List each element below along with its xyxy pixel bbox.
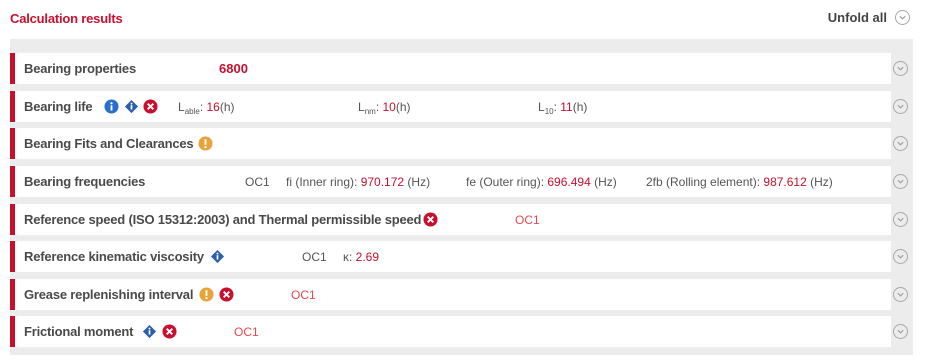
row-label: Bearing frequencies bbox=[24, 174, 146, 189]
row-bearing-frequencies[interactable]: Bearing frequencies OC1 fi (Inner ring):… bbox=[10, 166, 891, 197]
freq-inner-ring: fi (Inner ring): 970.172 (Hz) bbox=[286, 175, 431, 189]
life-value-l10: L10: 11(h) bbox=[538, 100, 588, 116]
row-label: Grease replenishing interval bbox=[24, 287, 194, 302]
unfold-all-button[interactable]: Unfold all bbox=[828, 10, 910, 25]
row-label: Bearing life bbox=[24, 99, 93, 114]
chevron-down-icon[interactable] bbox=[893, 174, 908, 189]
clearance-class: OC1 bbox=[302, 250, 327, 264]
diamond-info-icon[interactable] bbox=[124, 99, 139, 114]
results-header: Calculation results Unfold all bbox=[10, 10, 910, 30]
error-icon[interactable] bbox=[162, 324, 177, 339]
row-fits-clearances[interactable]: Bearing Fits and Clearances bbox=[10, 128, 891, 159]
chevron-down-icon[interactable] bbox=[893, 287, 908, 302]
chevron-down-icon[interactable] bbox=[893, 249, 908, 264]
row-label: Reference speed (ISO 15312:2003) and The… bbox=[24, 212, 422, 227]
life-value-lable: Lable: 16(h) bbox=[178, 100, 235, 116]
warning-icon[interactable] bbox=[198, 136, 213, 151]
row-bearing-life[interactable]: Bearing life Lable: 16(h) Lnm: 10(h) L10… bbox=[10, 91, 891, 122]
diamond-info-icon[interactable] bbox=[142, 324, 157, 339]
row-kinematic-viscosity[interactable]: Reference kinematic viscosity OC1 κ: 2.6… bbox=[10, 241, 891, 272]
row-label: Reference kinematic viscosity bbox=[24, 249, 204, 264]
chevron-down-icon[interactable] bbox=[893, 136, 908, 151]
clearance-class: OC1 bbox=[515, 213, 540, 227]
life-value-lnm: Lnm: 10(h) bbox=[358, 100, 411, 116]
row-grease-interval[interactable]: Grease replenishing interval OC1 bbox=[10, 279, 891, 310]
chevron-down-icon[interactable] bbox=[893, 99, 908, 114]
results-panel: Bearing properties 6800 Bearing life Lab… bbox=[10, 39, 913, 355]
chevron-down-icon[interactable] bbox=[895, 10, 910, 25]
row-label: Bearing properties bbox=[24, 61, 136, 76]
freq-rolling-element: 2fb (Rolling element): 987.612 (Hz) bbox=[646, 175, 833, 189]
row-bearing-properties[interactable]: Bearing properties 6800 bbox=[10, 53, 891, 84]
row-frictional-moment[interactable]: Frictional moment OC1 bbox=[10, 316, 891, 347]
page-title: Calculation results bbox=[10, 11, 123, 26]
error-icon[interactable] bbox=[219, 287, 234, 302]
row-reference-speed[interactable]: Reference speed (ISO 15312:2003) and The… bbox=[10, 204, 891, 235]
error-icon[interactable] bbox=[423, 212, 438, 227]
unfold-all-label: Unfold all bbox=[827, 10, 887, 25]
clearance-class: OC1 bbox=[291, 288, 316, 302]
freq-outer-ring: fe (Outer ring): 696.494 (Hz) bbox=[466, 175, 617, 189]
chevron-down-icon[interactable] bbox=[893, 212, 908, 227]
row-label: Frictional moment bbox=[24, 324, 134, 339]
clearance-class: OC1 bbox=[234, 325, 259, 339]
chevron-down-icon[interactable] bbox=[893, 324, 908, 339]
bearing-designation: 6800 bbox=[219, 61, 248, 76]
row-label: Bearing Fits and Clearances bbox=[24, 136, 194, 151]
clearance-class: OC1 bbox=[245, 175, 270, 189]
info-icon[interactable] bbox=[104, 99, 119, 114]
kappa-value: κ: 2.69 bbox=[343, 250, 380, 264]
diamond-info-icon[interactable] bbox=[210, 249, 225, 264]
warning-icon[interactable] bbox=[199, 287, 214, 302]
chevron-down-icon[interactable] bbox=[893, 61, 908, 76]
error-icon[interactable] bbox=[143, 99, 158, 114]
